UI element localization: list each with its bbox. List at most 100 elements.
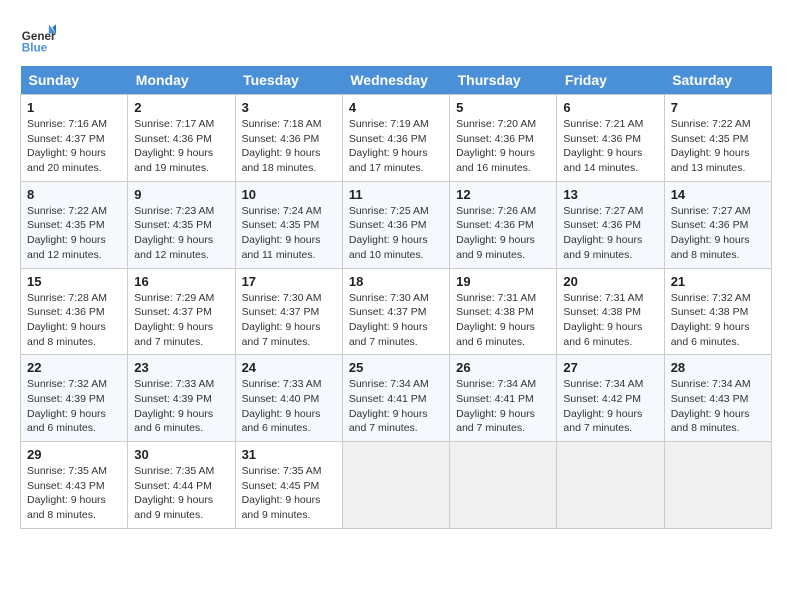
- calendar-cell: 13 Sunrise: 7:27 AM Sunset: 4:36 PM Dayl…: [557, 181, 664, 268]
- day-number: 17: [242, 274, 336, 289]
- calendar-cell: 15 Sunrise: 7:28 AM Sunset: 4:36 PM Dayl…: [21, 268, 128, 355]
- day-info: Sunrise: 7:32 AM Sunset: 4:38 PM Dayligh…: [671, 291, 765, 350]
- day-number: 9: [134, 187, 228, 202]
- calendar-cell: 27 Sunrise: 7:34 AM Sunset: 4:42 PM Dayl…: [557, 355, 664, 442]
- calendar-week-5: 29 Sunrise: 7:35 AM Sunset: 4:43 PM Dayl…: [21, 442, 772, 529]
- calendar-cell: 3 Sunrise: 7:18 AM Sunset: 4:36 PM Dayli…: [235, 95, 342, 182]
- calendar-cell: 23 Sunrise: 7:33 AM Sunset: 4:39 PM Dayl…: [128, 355, 235, 442]
- weekday-header-thursday: Thursday: [450, 66, 557, 95]
- calendar-cell: 28 Sunrise: 7:34 AM Sunset: 4:43 PM Dayl…: [664, 355, 771, 442]
- day-info: Sunrise: 7:34 AM Sunset: 4:43 PM Dayligh…: [671, 377, 765, 436]
- calendar-cell: 8 Sunrise: 7:22 AM Sunset: 4:35 PM Dayli…: [21, 181, 128, 268]
- day-info: Sunrise: 7:32 AM Sunset: 4:39 PM Dayligh…: [27, 377, 121, 436]
- day-info: Sunrise: 7:20 AM Sunset: 4:36 PM Dayligh…: [456, 117, 550, 176]
- day-info: Sunrise: 7:19 AM Sunset: 4:36 PM Dayligh…: [349, 117, 443, 176]
- day-info: Sunrise: 7:24 AM Sunset: 4:35 PM Dayligh…: [242, 204, 336, 263]
- day-number: 2: [134, 100, 228, 115]
- calendar-cell: 12 Sunrise: 7:26 AM Sunset: 4:36 PM Dayl…: [450, 181, 557, 268]
- day-number: 3: [242, 100, 336, 115]
- day-number: 23: [134, 360, 228, 375]
- calendar-cell: [342, 442, 449, 529]
- day-info: Sunrise: 7:35 AM Sunset: 4:45 PM Dayligh…: [242, 464, 336, 523]
- logo: General Blue: [20, 20, 56, 56]
- calendar-cell: 18 Sunrise: 7:30 AM Sunset: 4:37 PM Dayl…: [342, 268, 449, 355]
- day-info: Sunrise: 7:23 AM Sunset: 4:35 PM Dayligh…: [134, 204, 228, 263]
- day-number: 20: [563, 274, 657, 289]
- calendar-cell: 7 Sunrise: 7:22 AM Sunset: 4:35 PM Dayli…: [664, 95, 771, 182]
- day-number: 31: [242, 447, 336, 462]
- day-info: Sunrise: 7:35 AM Sunset: 4:43 PM Dayligh…: [27, 464, 121, 523]
- day-info: Sunrise: 7:27 AM Sunset: 4:36 PM Dayligh…: [671, 204, 765, 263]
- calendar-cell: 21 Sunrise: 7:32 AM Sunset: 4:38 PM Dayl…: [664, 268, 771, 355]
- day-info: Sunrise: 7:34 AM Sunset: 4:42 PM Dayligh…: [563, 377, 657, 436]
- calendar-cell: 22 Sunrise: 7:32 AM Sunset: 4:39 PM Dayl…: [21, 355, 128, 442]
- calendar-cell: 20 Sunrise: 7:31 AM Sunset: 4:38 PM Dayl…: [557, 268, 664, 355]
- day-info: Sunrise: 7:18 AM Sunset: 4:36 PM Dayligh…: [242, 117, 336, 176]
- day-info: Sunrise: 7:34 AM Sunset: 4:41 PM Dayligh…: [456, 377, 550, 436]
- calendar-cell: 29 Sunrise: 7:35 AM Sunset: 4:43 PM Dayl…: [21, 442, 128, 529]
- calendar-cell: 10 Sunrise: 7:24 AM Sunset: 4:35 PM Dayl…: [235, 181, 342, 268]
- day-info: Sunrise: 7:28 AM Sunset: 4:36 PM Dayligh…: [27, 291, 121, 350]
- day-info: Sunrise: 7:26 AM Sunset: 4:36 PM Dayligh…: [456, 204, 550, 263]
- day-info: Sunrise: 7:22 AM Sunset: 4:35 PM Dayligh…: [671, 117, 765, 176]
- day-number: 30: [134, 447, 228, 462]
- calendar-cell: 5 Sunrise: 7:20 AM Sunset: 4:36 PM Dayli…: [450, 95, 557, 182]
- day-info: Sunrise: 7:33 AM Sunset: 4:40 PM Dayligh…: [242, 377, 336, 436]
- calendar-week-3: 15 Sunrise: 7:28 AM Sunset: 4:36 PM Dayl…: [21, 268, 772, 355]
- calendar-cell: 11 Sunrise: 7:25 AM Sunset: 4:36 PM Dayl…: [342, 181, 449, 268]
- calendar-cell: [664, 442, 771, 529]
- day-number: 21: [671, 274, 765, 289]
- day-info: Sunrise: 7:16 AM Sunset: 4:37 PM Dayligh…: [27, 117, 121, 176]
- day-info: Sunrise: 7:30 AM Sunset: 4:37 PM Dayligh…: [349, 291, 443, 350]
- calendar-cell: 25 Sunrise: 7:34 AM Sunset: 4:41 PM Dayl…: [342, 355, 449, 442]
- weekday-header-monday: Monday: [128, 66, 235, 95]
- calendar-cell: 16 Sunrise: 7:29 AM Sunset: 4:37 PM Dayl…: [128, 268, 235, 355]
- weekday-header-row: SundayMondayTuesdayWednesdayThursdayFrid…: [21, 66, 772, 95]
- day-number: 8: [27, 187, 121, 202]
- calendar-week-2: 8 Sunrise: 7:22 AM Sunset: 4:35 PM Dayli…: [21, 181, 772, 268]
- calendar-cell: 9 Sunrise: 7:23 AM Sunset: 4:35 PM Dayli…: [128, 181, 235, 268]
- day-info: Sunrise: 7:31 AM Sunset: 4:38 PM Dayligh…: [456, 291, 550, 350]
- day-info: Sunrise: 7:31 AM Sunset: 4:38 PM Dayligh…: [563, 291, 657, 350]
- day-info: Sunrise: 7:22 AM Sunset: 4:35 PM Dayligh…: [27, 204, 121, 263]
- day-number: 24: [242, 360, 336, 375]
- day-number: 16: [134, 274, 228, 289]
- logo-icon: General Blue: [20, 20, 56, 56]
- day-info: Sunrise: 7:17 AM Sunset: 4:36 PM Dayligh…: [134, 117, 228, 176]
- calendar-cell: 31 Sunrise: 7:35 AM Sunset: 4:45 PM Dayl…: [235, 442, 342, 529]
- calendar-week-4: 22 Sunrise: 7:32 AM Sunset: 4:39 PM Dayl…: [21, 355, 772, 442]
- day-number: 29: [27, 447, 121, 462]
- calendar-cell: [450, 442, 557, 529]
- page-header: General Blue: [20, 20, 772, 56]
- day-number: 12: [456, 187, 550, 202]
- day-number: 1: [27, 100, 121, 115]
- day-info: Sunrise: 7:21 AM Sunset: 4:36 PM Dayligh…: [563, 117, 657, 176]
- day-number: 28: [671, 360, 765, 375]
- day-number: 6: [563, 100, 657, 115]
- weekday-header-friday: Friday: [557, 66, 664, 95]
- day-info: Sunrise: 7:30 AM Sunset: 4:37 PM Dayligh…: [242, 291, 336, 350]
- day-number: 10: [242, 187, 336, 202]
- weekday-header-wednesday: Wednesday: [342, 66, 449, 95]
- day-info: Sunrise: 7:33 AM Sunset: 4:39 PM Dayligh…: [134, 377, 228, 436]
- day-number: 14: [671, 187, 765, 202]
- day-number: 19: [456, 274, 550, 289]
- weekday-header-sunday: Sunday: [21, 66, 128, 95]
- svg-text:Blue: Blue: [22, 42, 48, 55]
- day-info: Sunrise: 7:35 AM Sunset: 4:44 PM Dayligh…: [134, 464, 228, 523]
- calendar-week-1: 1 Sunrise: 7:16 AM Sunset: 4:37 PM Dayli…: [21, 95, 772, 182]
- calendar-cell: 24 Sunrise: 7:33 AM Sunset: 4:40 PM Dayl…: [235, 355, 342, 442]
- calendar-cell: 2 Sunrise: 7:17 AM Sunset: 4:36 PM Dayli…: [128, 95, 235, 182]
- day-info: Sunrise: 7:25 AM Sunset: 4:36 PM Dayligh…: [349, 204, 443, 263]
- calendar-cell: 26 Sunrise: 7:34 AM Sunset: 4:41 PM Dayl…: [450, 355, 557, 442]
- day-number: 27: [563, 360, 657, 375]
- calendar-cell: 14 Sunrise: 7:27 AM Sunset: 4:36 PM Dayl…: [664, 181, 771, 268]
- calendar-cell: 6 Sunrise: 7:21 AM Sunset: 4:36 PM Dayli…: [557, 95, 664, 182]
- calendar-cell: 4 Sunrise: 7:19 AM Sunset: 4:36 PM Dayli…: [342, 95, 449, 182]
- calendar-cell: 19 Sunrise: 7:31 AM Sunset: 4:38 PM Dayl…: [450, 268, 557, 355]
- day-number: 5: [456, 100, 550, 115]
- weekday-header-tuesday: Tuesday: [235, 66, 342, 95]
- day-number: 15: [27, 274, 121, 289]
- calendar-cell: 17 Sunrise: 7:30 AM Sunset: 4:37 PM Dayl…: [235, 268, 342, 355]
- day-number: 26: [456, 360, 550, 375]
